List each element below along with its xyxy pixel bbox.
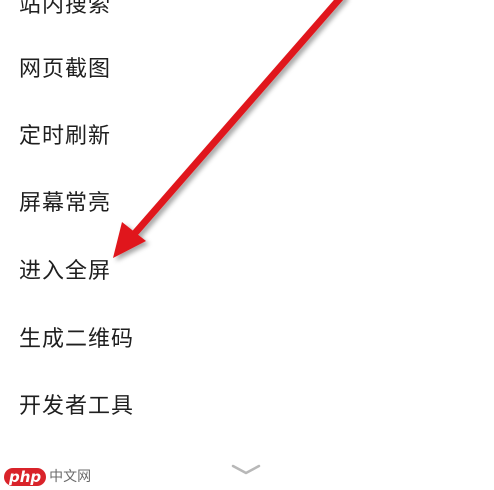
php-logo: php bbox=[4, 468, 47, 486]
menu-item-generate-qr-code[interactable]: 生成二维码 bbox=[19, 320, 419, 360]
menu-item-developer-tools[interactable]: 开发者工具 bbox=[19, 387, 419, 427]
chevron-down-icon[interactable] bbox=[230, 462, 262, 478]
menu-item-site-search[interactable]: 站内搜索 bbox=[19, 0, 419, 26]
watermark-site-text: 中文网 bbox=[49, 469, 92, 485]
watermark: php 中文网 bbox=[4, 466, 91, 488]
more-options-menu: 站内搜索 网页截图 定时刷新 屏幕常亮 进入全屏 生成二维码 开发者工具 bbox=[0, 0, 494, 460]
menu-item-keep-screen-on[interactable]: 屏幕常亮 bbox=[19, 184, 419, 224]
menu-item-scheduled-refresh[interactable]: 定时刷新 bbox=[19, 117, 419, 157]
menu-item-enter-fullscreen[interactable]: 进入全屏 bbox=[19, 252, 419, 292]
menu-item-webpage-screenshot[interactable]: 网页截图 bbox=[19, 50, 419, 90]
